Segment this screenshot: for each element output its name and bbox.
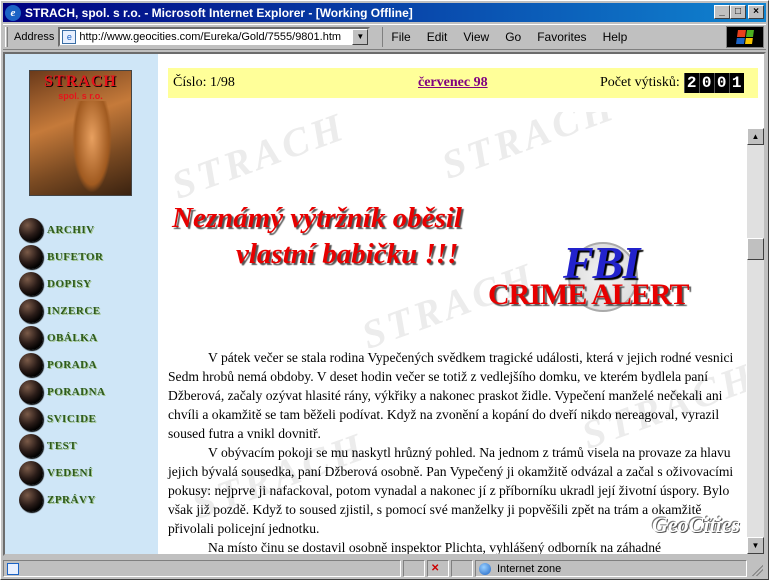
counter-digit: 2 xyxy=(683,73,699,93)
sidebar: STRACH spol. s r.o. ARCHIV BUFETOR DOPIS… xyxy=(5,54,158,554)
issue-header: Číslo: 1/98 červenec 98 Počet výtisků: 2… xyxy=(168,68,758,98)
windows-logo-icon xyxy=(726,26,764,48)
headline-line-2: vlastní babičku !!! xyxy=(236,238,459,270)
menu-bar: File Edit View Go Favorites Help xyxy=(382,27,643,47)
sidebar-item-vedeni[interactable]: VEDENÍ xyxy=(19,459,106,486)
article-headline: Neznámý výtržník oběsil vlastní babičku … xyxy=(172,200,602,272)
sidebar-item-label: BUFETOR xyxy=(47,250,104,263)
offline-icon: ✕ xyxy=(427,560,449,577)
sidebar-item-label: PORADNA xyxy=(47,385,106,398)
window-title: STRACH, spol. s r.o. - Microsoft Interne… xyxy=(25,5,413,20)
sidebar-item-label: DOPISY xyxy=(47,277,92,290)
strach-watermark: STRACH xyxy=(435,112,623,188)
zone-label: Internet zone xyxy=(497,562,562,575)
status-pane-empty xyxy=(403,560,425,577)
article-paragraph: V pátek večer se stala rodina Vypečených… xyxy=(168,350,734,441)
sidebar-item-test[interactable]: TEST xyxy=(19,432,106,459)
resize-grip-icon[interactable] xyxy=(749,561,763,576)
toolbar-grip[interactable] xyxy=(5,27,8,47)
sidebar-item-label: PORADA xyxy=(47,358,98,371)
address-dropdown-button[interactable]: ▼ xyxy=(352,29,369,45)
maximize-button[interactable]: □ xyxy=(730,5,746,19)
address-toolbar: Address e http://www.geocities.com/Eurek… xyxy=(3,24,766,50)
copies-counter-group: Počet výtisků: 2 0 0 1 xyxy=(600,73,744,93)
address-bar[interactable]: e http://www.geocities.com/Eureka/Gold/7… xyxy=(58,27,371,47)
status-bar: ✕ Internet zone xyxy=(3,559,766,578)
ball-icon xyxy=(19,433,43,458)
address-label: Address xyxy=(14,31,55,43)
article-area: STRACH STRACH STRACH STRACH STRACH Nezná… xyxy=(158,112,746,554)
browser-window: e STRACH, spol. s r.o. - Microsoft Inter… xyxy=(0,0,769,580)
ball-icon xyxy=(19,217,43,242)
scroll-down-button[interactable]: ▼ xyxy=(747,537,764,554)
sidebar-item-obalka[interactable]: OBÁLKA xyxy=(19,324,106,351)
sidebar-item-archiv[interactable]: ARCHIV xyxy=(19,216,106,243)
sidebar-item-label: ZPRÁVY xyxy=(47,493,96,506)
menu-help[interactable]: Help xyxy=(603,30,628,44)
scroll-thumb[interactable] xyxy=(747,238,764,260)
ball-icon xyxy=(19,352,43,377)
menu-favorites[interactable]: Favorites xyxy=(537,30,586,44)
sidebar-item-zpravy[interactable]: ZPRÁVY xyxy=(19,486,106,513)
menu-edit[interactable]: Edit xyxy=(427,30,448,44)
page-icon: e xyxy=(62,30,77,44)
sidebar-item-label: ARCHIV xyxy=(47,223,95,236)
sidebar-item-label: INZERCE xyxy=(47,304,101,317)
cover-title: STRACH xyxy=(44,73,117,90)
status-pane-empty xyxy=(451,560,473,577)
crime-alert-text: CRIME ALERT xyxy=(488,278,689,311)
globe-icon xyxy=(479,562,491,575)
sidebar-item-label: TEST xyxy=(47,439,78,452)
security-zone-pane: Internet zone xyxy=(475,560,747,577)
sidebar-item-dopisy[interactable]: DOPISY xyxy=(19,270,106,297)
counter-digit: 0 xyxy=(713,73,729,93)
cover-subtitle: spol. s r.o. xyxy=(58,91,103,101)
magazine-cover[interactable]: STRACH spol. s r.o. xyxy=(29,70,132,196)
ie-logo-icon: e xyxy=(5,4,21,21)
sidebar-item-svicide[interactable]: SVICIDE xyxy=(19,405,106,432)
scroll-up-button[interactable]: ▲ xyxy=(747,128,764,145)
title-bar[interactable]: e STRACH, spol. s r.o. - Microsoft Inter… xyxy=(3,3,766,22)
address-url[interactable]: http://www.geocities.com/Eureka/Gold/755… xyxy=(79,31,341,43)
counter-digit: 1 xyxy=(728,73,744,93)
close-button[interactable]: × xyxy=(748,5,764,19)
ball-icon xyxy=(19,244,43,269)
counter-digit: 0 xyxy=(698,73,714,93)
menu-go[interactable]: Go xyxy=(505,30,521,44)
cover-figure xyxy=(72,101,112,193)
sidebar-item-bufetor[interactable]: BUFETOR xyxy=(19,243,106,270)
minimize-button[interactable]: _ xyxy=(714,5,730,19)
menu-view[interactable]: View xyxy=(463,30,489,44)
ball-icon xyxy=(19,298,43,323)
ball-icon xyxy=(19,271,43,296)
issue-month-link[interactable]: červenec 98 xyxy=(418,75,488,91)
sidebar-item-porada[interactable]: PORADA xyxy=(19,351,106,378)
strach-watermark: STRACH xyxy=(165,112,353,208)
ball-icon xyxy=(19,406,43,431)
ball-icon xyxy=(19,487,43,512)
headline-line-1: Neznámý výtržník oběsil xyxy=(172,202,462,234)
copies-label: Počet výtisků: xyxy=(600,75,680,90)
sidebar-item-poradna[interactable]: PORADNA xyxy=(19,378,106,405)
vertical-scrollbar[interactable]: ▲ ▼ xyxy=(747,128,764,554)
menu-file[interactable]: File xyxy=(391,30,410,44)
issue-number: Číslo: 1/98 xyxy=(173,75,235,90)
sidebar-item-label: SVICIDE xyxy=(47,412,97,425)
status-text-pane xyxy=(3,560,401,577)
sidebar-item-label: VEDENÍ xyxy=(47,466,93,479)
ie-page-icon xyxy=(7,562,19,575)
ball-icon xyxy=(19,460,43,485)
article-paragraph: Na místo činu se dostavil osobně inspekt… xyxy=(208,540,662,554)
ball-icon xyxy=(19,379,43,404)
sidebar-item-inzerce[interactable]: INZERCE xyxy=(19,297,106,324)
page-content: STRACH spol. s r.o. ARCHIV BUFETOR DOPIS… xyxy=(3,52,766,556)
ball-icon xyxy=(19,325,43,350)
hit-counter: 2 0 0 1 xyxy=(683,73,744,93)
sidebar-nav: ARCHIV BUFETOR DOPISY INZERCE OBÁLKA POR… xyxy=(19,216,106,513)
sidebar-item-label: OBÁLKA xyxy=(47,331,98,344)
geocities-watermark: GeoCities xyxy=(652,512,740,537)
